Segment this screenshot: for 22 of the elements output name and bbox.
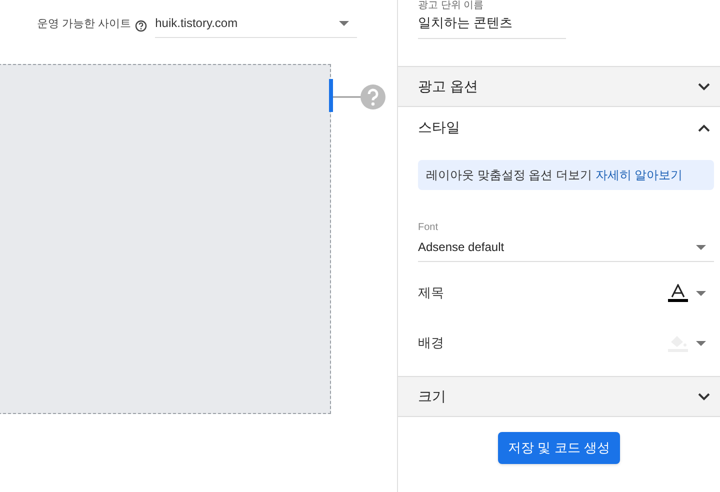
info-text: 레이아웃 맞춤설정 옵션 더보기 자세히 알아보기 xyxy=(426,167,683,184)
dropdown-caret-icon xyxy=(696,290,706,296)
chevron-up-icon xyxy=(698,124,710,132)
site-label: 운영 가능한 사이트 xyxy=(37,16,132,32)
field-label: 광고 단위 이름 xyxy=(418,1,485,11)
dropdown-caret-icon xyxy=(696,244,706,250)
font-label: Font xyxy=(418,221,440,235)
ad-unit-name-field[interactable]: 일치하는 콘텐츠 xyxy=(418,13,566,38)
resize-handle[interactable] xyxy=(329,79,333,112)
color-setting-label: 제목 xyxy=(418,284,444,302)
save-button[interactable]: 저장 및 코드 생성 xyxy=(498,432,620,464)
accordion-header[interactable]: 크기 xyxy=(398,376,720,417)
font-dropdown[interactable]: Adsense default xyxy=(418,238,714,262)
dropdown-caret-icon xyxy=(696,340,706,346)
chevron-down-icon xyxy=(698,82,710,90)
help-icon[interactable] xyxy=(135,20,148,32)
site-dropdown[interactable]: huik.tistory.com xyxy=(155,14,358,38)
dropdown-caret-icon xyxy=(339,20,350,26)
accordion-header[interactable]: 광고 옵션 xyxy=(398,66,720,107)
color-setting-label: 배경 xyxy=(418,334,444,352)
learn-more-link[interactable]: 자세히 알아보기 xyxy=(595,168,683,182)
chevron-down-icon xyxy=(698,392,710,400)
